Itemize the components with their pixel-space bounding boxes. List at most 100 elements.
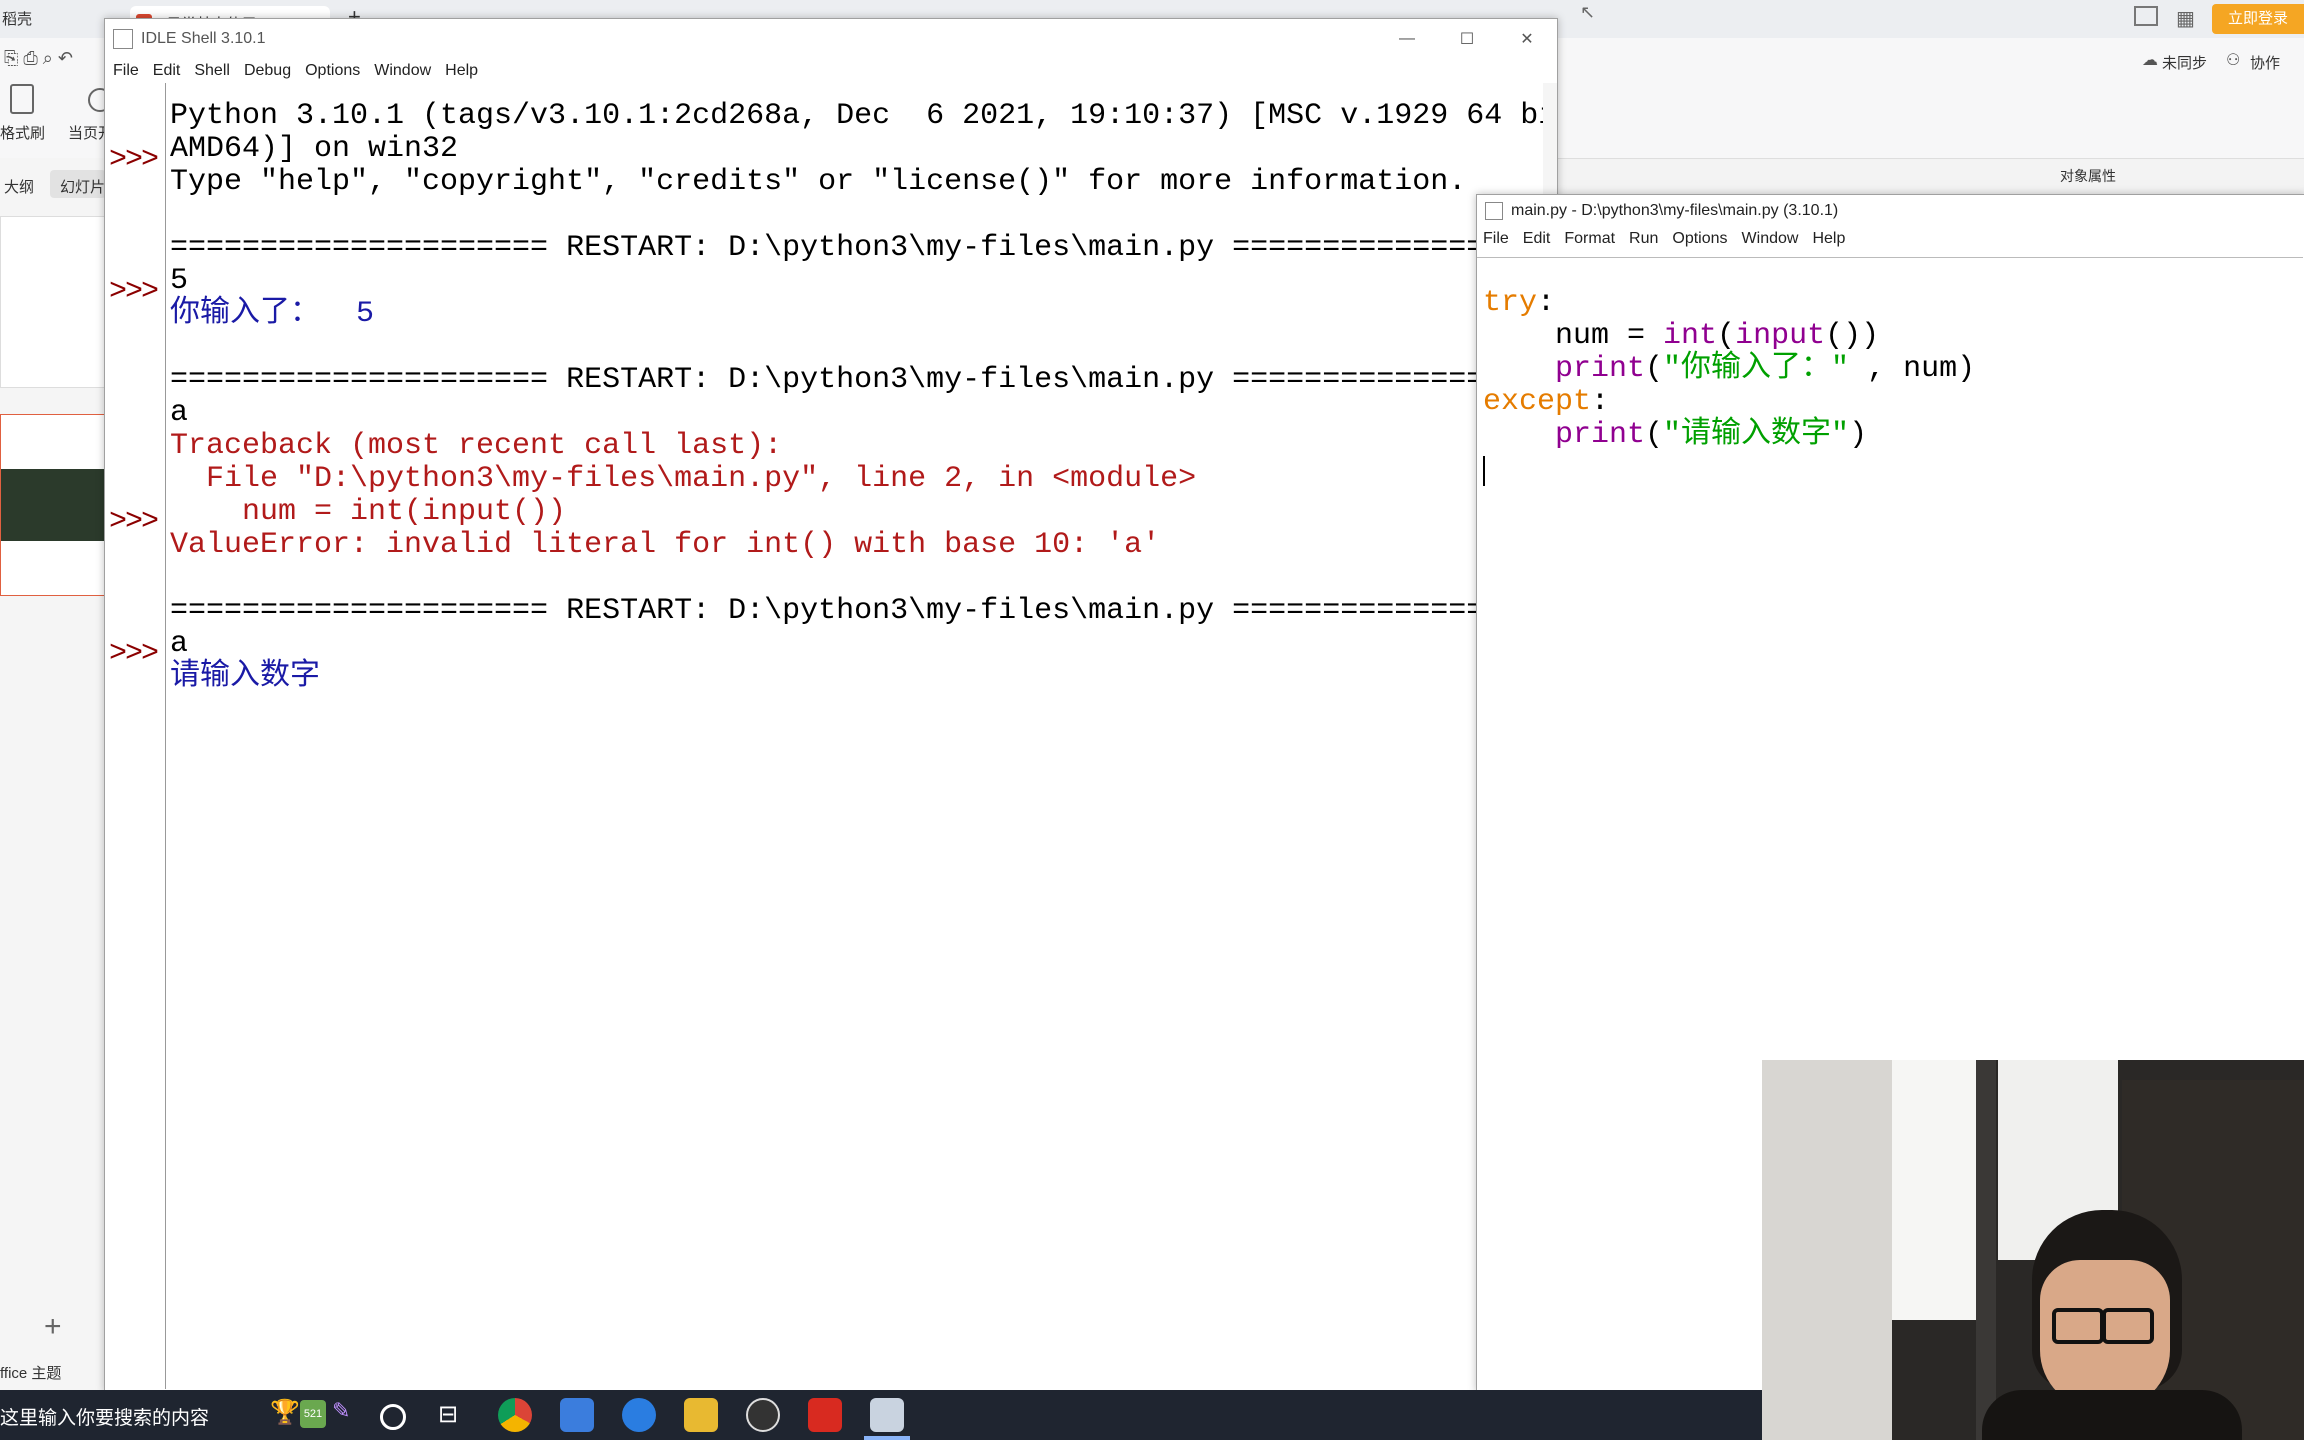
idle-icon[interactable] <box>870 1398 904 1432</box>
program-output-line: 请输入数字 <box>170 660 320 694</box>
close-button[interactable]: ✕ <box>1497 29 1557 49</box>
menu-edit[interactable]: Edit <box>153 62 181 80</box>
shell-prompt: >>> <box>109 143 159 177</box>
menu-options[interactable]: Options <box>305 62 360 80</box>
login-button[interactable]: 立即登录 <box>2212 4 2304 34</box>
object-properties[interactable]: 对象属性 <box>2060 166 2116 186</box>
editor-menu-bar: File Edit Format Run Options Window Help <box>1477 227 2304 251</box>
active-app-indicator <box>864 1436 910 1440</box>
webcam-overlay <box>1762 1060 2304 1440</box>
menu-edit[interactable]: Edit <box>1523 230 1551 248</box>
menu-window[interactable]: Window <box>1742 230 1799 248</box>
user-icon: ⚇ <box>2226 52 2241 69</box>
banner-line: Type "help", "copyright", "credits" or "… <box>170 165 1467 199</box>
file-explorer-icon[interactable] <box>684 1398 718 1432</box>
shell-prompt: >>> <box>109 637 159 671</box>
sync-status[interactable]: 未同步 <box>2162 52 2207 73</box>
add-slide-button[interactable]: + <box>44 1310 62 1344</box>
format-brush-icon[interactable] <box>10 84 34 114</box>
layout-icon[interactable] <box>2134 6 2158 26</box>
menu-debug[interactable]: Debug <box>244 62 291 80</box>
menu-options[interactable]: Options <box>1672 230 1727 248</box>
taskbar-search-input[interactable]: 这里输入你要搜索的内容 <box>0 1403 209 1430</box>
feishu-icon[interactable] <box>560 1398 594 1432</box>
menu-format[interactable]: Format <box>1564 230 1615 248</box>
string-literal: "你输入了：" <box>1663 352 1850 386</box>
menu-window[interactable]: Window <box>374 62 431 80</box>
webcam-wall <box>1762 1060 1892 1440</box>
code-colon: : <box>1537 286 1556 320</box>
shell-text-area[interactable]: >>> >>> >>> >>> Python 3.10.1 (tags/v3.1… <box>105 83 1555 1389</box>
browser-icon[interactable] <box>622 1398 656 1432</box>
trophy-icon[interactable]: 🏆 <box>270 1398 300 1427</box>
code-text: ( <box>1645 418 1664 452</box>
wps-icon[interactable] <box>808 1398 842 1432</box>
slide-thumbnail[interactable] <box>0 216 106 388</box>
maximize-button[interactable]: ☐ <box>1437 29 1497 49</box>
collab-button[interactable]: 协作 <box>2250 52 2280 73</box>
keyword-try: try <box>1483 286 1538 320</box>
restart-line: ===================== RESTART: D:\python… <box>170 363 1555 397</box>
code-text: ()) <box>1825 319 1880 353</box>
slides-tab[interactable]: 幻灯片 <box>50 170 106 198</box>
webcam-glasses <box>2102 1308 2154 1344</box>
traceback-line: num = int(input()) <box>170 495 567 529</box>
calendar-badge-icon[interactable]: 521 <box>300 1400 326 1428</box>
traceback-line: File "D:\python3\my-files\main.py", line… <box>170 462 1197 496</box>
builtin-print: print <box>1555 352 1646 386</box>
code-text: , num) <box>1849 352 1976 386</box>
banner-line: Python 3.10.1 (tags/v3.10.1:2cd268a, Dec… <box>170 99 1555 133</box>
slide-thumbnail-active[interactable] <box>0 414 106 596</box>
webcam-frame <box>1976 1060 1996 1440</box>
ribbon-tool-icons[interactable]: ⎘ ⎙ ⌕ ↶ <box>4 48 73 69</box>
menu-help[interactable]: Help <box>1812 230 1845 248</box>
keyword-except: except <box>1483 385 1592 419</box>
chrome-icon[interactable] <box>498 1398 532 1432</box>
traceback-error-line: ValueError: invalid literal for int() wi… <box>170 528 1161 562</box>
webcam-window <box>1892 1060 1976 1320</box>
code-line-1: try: <box>1483 287 1555 320</box>
mouse-cursor-icon: ↖ <box>1580 2 1596 22</box>
cloud-icon: ☁ <box>2142 52 2158 69</box>
shell-title-bar[interactable]: IDLE Shell 3.10.1 — ☐ ✕ <box>105 19 1557 59</box>
pen-icon[interactable]: ✎ <box>332 1398 350 1424</box>
program-output-line: 你输入了： 5 <box>170 297 375 331</box>
builtin-print: print <box>1555 418 1646 452</box>
user-input-line: a <box>170 396 189 430</box>
menu-shell[interactable]: Shell <box>194 62 230 80</box>
menu-run[interactable]: Run <box>1629 230 1658 248</box>
builtin-int: int <box>1663 319 1718 353</box>
banner-line: AMD64)] on win32 <box>170 132 459 166</box>
wps-tab-app[interactable]: 稻壳 <box>2 8 32 29</box>
format-brush-label[interactable]: 格式刷 <box>0 122 45 143</box>
code-text: num = <box>1483 319 1664 353</box>
code-line-4: except: <box>1483 386 1609 419</box>
editor-title: main.py - D:\python3\my-files\main.py (3… <box>1511 202 1839 219</box>
task-view-icon[interactable]: ⊟ <box>438 1400 458 1429</box>
code-line-2: num = int(input()) <box>1483 320 1879 353</box>
code-text: ( <box>1717 319 1736 353</box>
cortana-icon[interactable] <box>380 1404 406 1430</box>
python-file-icon <box>1485 202 1503 220</box>
idle-shell-window: IDLE Shell 3.10.1 — ☐ ✕ File Edit Shell … <box>104 18 1558 1392</box>
webcam-person-shirt <box>1982 1390 2242 1440</box>
outline-tab[interactable]: 大纲 <box>4 176 34 197</box>
string-literal: "请输入数字" <box>1663 418 1850 452</box>
user-input-line: a <box>170 627 189 661</box>
slide-code-preview <box>1 469 105 541</box>
theme-label[interactable]: ffice 主题 <box>0 1362 61 1383</box>
menu-file[interactable]: File <box>113 62 139 80</box>
menu-file[interactable]: File <box>1483 230 1509 248</box>
editor-title-bar[interactable]: main.py - D:\python3\my-files\main.py (3… <box>1477 195 2304 227</box>
code-text: ) <box>1849 418 1868 452</box>
slides-tab-label: 幻灯片 <box>60 179 106 196</box>
obs-icon[interactable] <box>746 1398 780 1432</box>
grid-icon[interactable]: ▦ <box>2176 6 2195 31</box>
menu-help[interactable]: Help <box>445 62 478 80</box>
code-line-3: print("你输入了：" , num) <box>1483 353 1975 386</box>
shell-title: IDLE Shell 3.10.1 <box>141 30 266 47</box>
editor-divider <box>1477 257 2303 258</box>
python-file-icon <box>113 29 133 49</box>
minimize-button[interactable]: — <box>1377 30 1437 48</box>
